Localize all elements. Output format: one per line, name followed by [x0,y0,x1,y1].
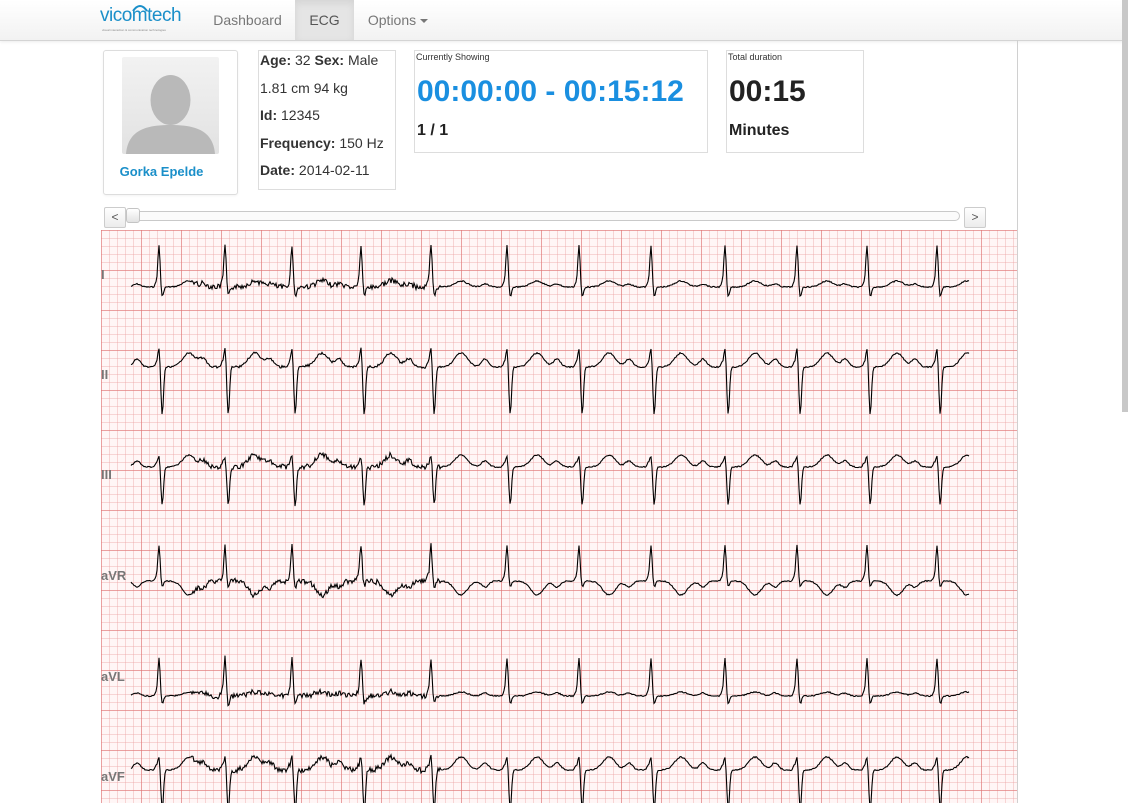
next-button[interactable]: > [964,207,986,228]
ecg-trace-avl [130,655,970,707]
ecg-traces [130,244,970,803]
lead-label-iii: III [101,467,112,482]
date-label: Date: [260,162,296,178]
time-range: 00:00:00 - 00:15:12 [417,75,684,108]
avatar [122,57,219,154]
ecg-trace-i [130,244,970,298]
ecg-trace-ii [130,347,970,415]
sex-label: Sex: [314,52,345,68]
nav-dashboard[interactable]: Dashboard [200,0,295,40]
age-value: 32 [295,52,311,68]
top-navbar: vicomtech visual interaction & communica… [0,0,1128,41]
age-sex-row: Age: 32 Sex: Male [260,52,378,68]
sex-value: Male [347,52,379,68]
id-value: 12345 [281,107,320,123]
brand-logo[interactable]: vicomtech visual interaction & communica… [100,2,184,36]
frequency-label: Frequency: [260,135,336,151]
time-slider-track[interactable] [126,211,960,221]
duration-unit: Minutes [729,122,790,139]
age-label: Age: [260,52,292,68]
ecg-trace-avf [130,753,970,803]
currently-showing-label: Currently Showing [416,52,490,62]
brand-name: vicomtech [100,5,182,26]
ecg-trace-avr [130,543,970,599]
user-silhouette-icon [126,75,215,154]
nav-ecg-label: ECG [309,12,340,28]
duration-value: 00:15 [729,75,806,108]
scrollbar[interactable] [1122,0,1128,412]
lead-label-avl: aVL [101,669,125,684]
currently-showing-box: Currently Showing 00:00:00 - 00:15:12 1 … [414,50,708,153]
ecg-trace-iii [130,450,970,507]
frequency-row: Frequency: 150 Hz [260,135,384,151]
id-row: Id: 12345 [260,107,320,123]
ecg-chart: I II III aVR aVL aVF [101,230,1017,803]
caret-down-icon [420,19,429,24]
nav-ecg[interactable]: ECG [295,0,354,40]
prev-button[interactable]: < [104,207,126,228]
page-count: 1 / 1 [417,122,449,139]
total-duration-label: Total duration [728,52,783,62]
nav-dashboard-label: Dashboard [213,12,282,28]
brand-tagline: visual interaction & communication techn… [102,28,166,32]
date-row: Date: 2014-02-11 [260,162,369,178]
total-duration-box: Total duration 00:15 Minutes [726,50,864,153]
patient-card: Gorka Epelde [103,50,238,195]
patient-name-link[interactable]: Gorka Epelde [104,164,219,179]
lead-label-avr: aVR [101,568,127,583]
date-value: 2014-02-11 [298,162,370,178]
lead-label-i: I [101,267,105,282]
nav-options-dropdown[interactable]: Options [354,0,442,40]
lead-label-ii: II [101,367,109,382]
height-weight-row: 1.81 cm 94 kg [260,80,348,96]
id-label: Id: [260,107,278,123]
lead-label-avf: aVF [101,769,125,784]
time-slider-handle[interactable] [126,208,140,223]
patient-info-box: Age: 32 Sex: Male 1.81 cm 94 kg Id: 1234… [258,50,396,190]
content-border [1017,40,1018,803]
nav-options-label: Options [367,12,417,28]
frequency-value: 150 Hz [339,135,384,151]
